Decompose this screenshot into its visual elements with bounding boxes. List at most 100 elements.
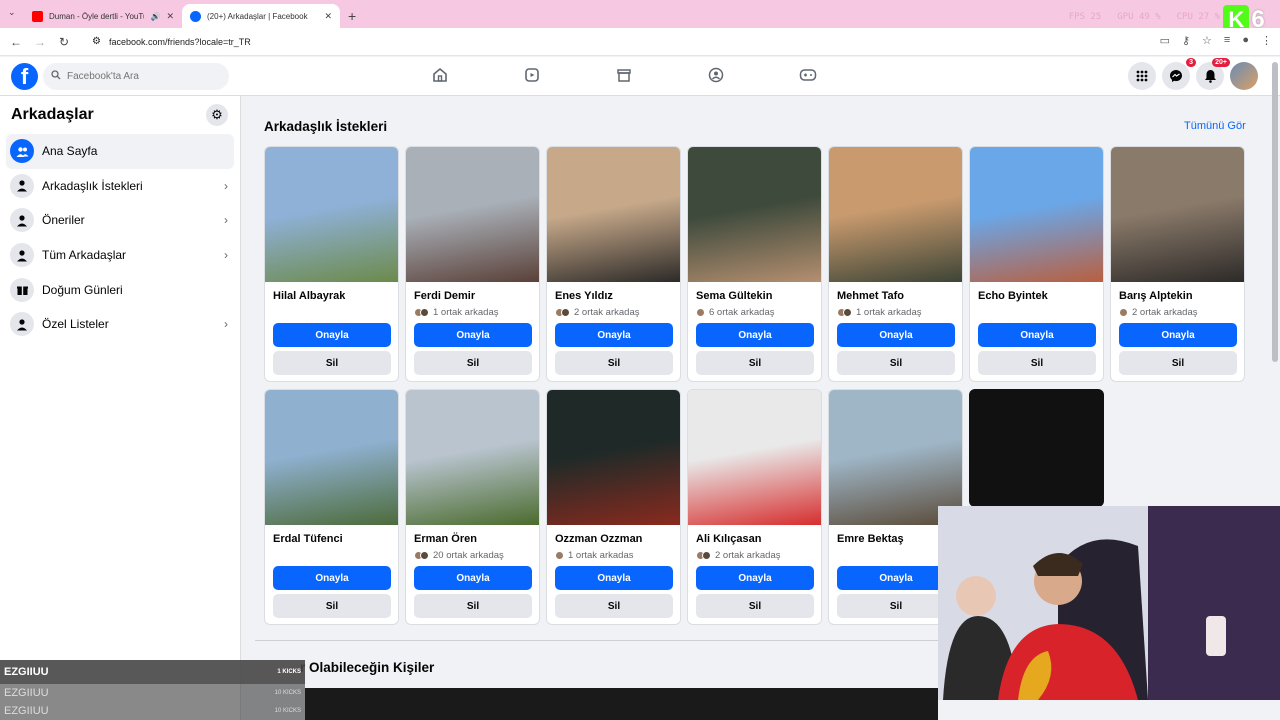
close-tab-icon[interactable]: ✕ bbox=[166, 11, 174, 22]
sidebar-item[interactable]: Özel Listeler › bbox=[6, 307, 234, 342]
people-you-may-know-title: r Olabileceğin Kişiler bbox=[300, 660, 435, 675]
profile-photo[interactable] bbox=[547, 390, 680, 525]
requester-name[interactable]: Sema Gültekin bbox=[696, 290, 772, 302]
notifications-button[interactable]: 20+ bbox=[1196, 58, 1230, 90]
close-tab-icon[interactable]: ✕ bbox=[324, 11, 332, 22]
profile-photo[interactable] bbox=[688, 390, 821, 525]
mutual-friends-text: 1 ortak arkadas bbox=[568, 550, 634, 561]
sidebar-item[interactable]: Doğum Günleri bbox=[6, 272, 234, 307]
profile-photo[interactable] bbox=[829, 390, 962, 525]
sidebar-item[interactable]: Ana Sayfa bbox=[6, 134, 234, 169]
confirm-button[interactable]: Onayla bbox=[555, 566, 673, 590]
requester-name[interactable]: Echo Byintek bbox=[978, 290, 1048, 302]
password-key-icon[interactable]: ⚷ bbox=[1182, 34, 1190, 47]
mutual-friends-text: 6 ortak arkadaş bbox=[709, 307, 775, 318]
delete-button[interactable]: Sil bbox=[414, 594, 532, 618]
video-icon[interactable] bbox=[522, 65, 542, 85]
sidebar-item[interactable]: Tüm Arkadaşlar › bbox=[6, 238, 234, 273]
requester-name[interactable]: Erman Ören bbox=[414, 533, 477, 545]
confirm-button[interactable]: Onayla bbox=[1119, 323, 1237, 347]
requester-name[interactable]: Ferdi Demir bbox=[414, 290, 475, 302]
forward-icon[interactable]: → bbox=[28, 35, 52, 49]
url-text[interactable]: facebook.com/friends?locale=tr_TR bbox=[109, 37, 251, 47]
gaming-icon[interactable] bbox=[798, 65, 818, 85]
see-all-link[interactable]: Tümünü Gör bbox=[1184, 120, 1246, 132]
delete-button[interactable]: Sil bbox=[696, 594, 814, 618]
delete-button[interactable]: Sil bbox=[273, 594, 391, 618]
tab-youtube[interactable]: Duman - Öyle dertli - YouTube 🔊 ✕ bbox=[24, 4, 182, 28]
profile-photo[interactable] bbox=[265, 147, 398, 282]
cast-icon[interactable]: ▭ bbox=[1160, 34, 1170, 47]
back-icon[interactable]: ← bbox=[4, 35, 28, 49]
friend-request-card: Ali Kılıçasan 2 ortak arkadaş Onayla Sil bbox=[687, 389, 822, 625]
page-scrollbar[interactable] bbox=[1272, 62, 1278, 362]
menu-grid-icon[interactable] bbox=[1128, 62, 1156, 90]
tab-facebook[interactable]: (20+) Arkadaşlar | Facebook ✕ bbox=[182, 4, 340, 28]
reload-icon[interactable]: ↻ bbox=[52, 35, 76, 49]
mutual-friends: 1 ortak arkadaş bbox=[414, 307, 498, 318]
confirm-button[interactable]: Onayla bbox=[273, 566, 391, 590]
speaker-icon[interactable]: 🔊 bbox=[150, 12, 160, 21]
profile-photo[interactable] bbox=[406, 147, 539, 282]
confirm-button[interactable]: Onayla bbox=[414, 323, 532, 347]
requester-name[interactable]: Erdal Tüfenci bbox=[273, 533, 343, 545]
delete-button[interactable]: Sil bbox=[555, 594, 673, 618]
delete-button[interactable]: Sil bbox=[414, 351, 532, 375]
facebook-logo-icon[interactable]: f bbox=[11, 63, 38, 90]
confirm-button[interactable]: Onayla bbox=[696, 323, 814, 347]
account-avatar[interactable] bbox=[1230, 62, 1258, 90]
groups-icon[interactable] bbox=[706, 65, 726, 85]
profile-photo[interactable] bbox=[265, 390, 398, 525]
friend-request-card: Hilal Albayrak Onayla Sil bbox=[264, 146, 399, 382]
sidebar-item[interactable]: Öneriler › bbox=[6, 203, 234, 238]
settings-gear-icon[interactable]: ⚙ bbox=[206, 104, 228, 126]
requester-name[interactable]: Ali Kılıçasan bbox=[696, 533, 761, 545]
menu-icon[interactable]: ⋮ bbox=[1261, 34, 1272, 47]
delete-button[interactable]: Sil bbox=[837, 351, 955, 375]
new-tab-button[interactable]: + bbox=[348, 4, 356, 28]
search-box[interactable] bbox=[43, 63, 229, 90]
profile-photo[interactable] bbox=[547, 147, 680, 282]
delete-button[interactable]: Sil bbox=[273, 351, 391, 375]
delete-button[interactable]: Sil bbox=[978, 351, 1096, 375]
profile-photo[interactable] bbox=[970, 147, 1103, 282]
requester-name[interactable]: Enes Yıldız bbox=[555, 290, 613, 302]
cpu-stat: CPU 27 % bbox=[1177, 12, 1220, 22]
chevron-right-icon: › bbox=[224, 178, 228, 193]
confirm-button[interactable]: Onayla bbox=[414, 566, 532, 590]
bookmark-star-icon[interactable]: ☆ bbox=[1202, 34, 1212, 47]
tab-search-icon[interactable]: ⌄ bbox=[8, 7, 16, 18]
confirm-button[interactable]: Onayla bbox=[978, 323, 1096, 347]
confirm-button[interactable]: Onayla bbox=[837, 323, 955, 347]
main-nav bbox=[430, 65, 818, 85]
search-input[interactable] bbox=[67, 71, 217, 82]
site-info-icon[interactable]: ⚙ bbox=[92, 36, 101, 47]
requester-name[interactable]: Emre Bektaş bbox=[837, 533, 904, 545]
profile-photo[interactable] bbox=[1111, 147, 1244, 282]
requester-name[interactable]: Mehmet Tafo bbox=[837, 290, 904, 302]
confirm-button[interactable]: Onayla bbox=[555, 323, 673, 347]
requester-name[interactable]: Barış Alptekin bbox=[1119, 290, 1193, 302]
extensions-icon[interactable]: ≡ bbox=[1224, 34, 1230, 47]
kick-gift-row: EZGIIUU 1 KICKS bbox=[0, 660, 305, 684]
confirm-button[interactable]: Onayla bbox=[273, 323, 391, 347]
sidebar-item[interactable]: Arkadaşlık İstekleri › bbox=[6, 169, 234, 204]
profile-photo[interactable] bbox=[406, 390, 539, 525]
profile-photo[interactable] bbox=[688, 147, 821, 282]
requester-name[interactable]: Ozzman Ozzman bbox=[555, 533, 642, 545]
profile-icon[interactable]: ● bbox=[1242, 34, 1249, 47]
url-field[interactable]: ⚙ facebook.com/friends?locale=tr_TR bbox=[92, 36, 251, 47]
tab-title: (20+) Arkadaşlar | Facebook bbox=[207, 11, 308, 21]
delete-button[interactable]: Sil bbox=[1119, 351, 1237, 375]
confirm-button[interactable]: Onayla bbox=[696, 566, 814, 590]
delete-button[interactable]: Sil bbox=[555, 351, 673, 375]
marketplace-icon[interactable] bbox=[614, 65, 634, 85]
profile-photo[interactable] bbox=[829, 147, 962, 282]
home-icon[interactable] bbox=[430, 65, 450, 85]
tab-title: Duman - Öyle dertli - YouTube bbox=[49, 11, 144, 21]
requester-name[interactable]: Hilal Albayrak bbox=[273, 290, 345, 302]
messenger-button[interactable]: 3 bbox=[1162, 58, 1196, 90]
friend-request-card: Echo Byintek Onayla Sil bbox=[969, 146, 1104, 382]
stream-stats: FPS 25 GPU 49 % CPU 27 % bbox=[1069, 12, 1220, 22]
delete-button[interactable]: Sil bbox=[696, 351, 814, 375]
